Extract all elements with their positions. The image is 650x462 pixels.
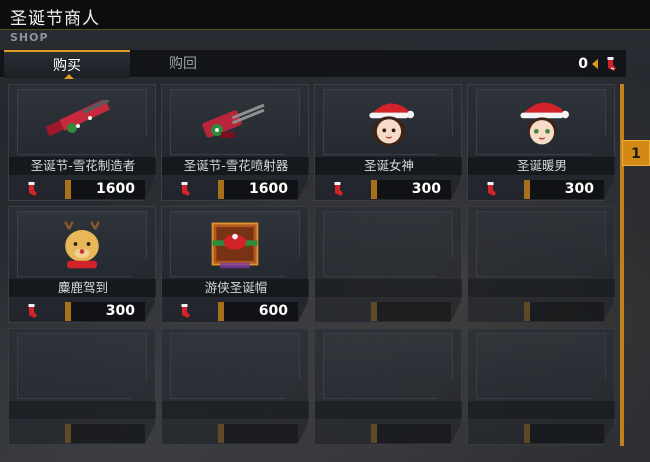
empty-slot-name: [468, 279, 615, 297]
empty-slot-name: [9, 401, 156, 419]
item-price-row: 1600: [162, 178, 309, 200]
empty-slot-price-row: [468, 300, 615, 322]
christmas-rifle-icon: [45, 100, 110, 137]
page-rail: [620, 84, 624, 446]
santa-boy-avatar-icon: [520, 102, 569, 145]
christmas-sock-icon: [176, 181, 192, 197]
item-name: 圣诞暖男: [468, 157, 615, 175]
item-art: [17, 211, 147, 277]
item-art: [170, 211, 300, 277]
item-name: 圣诞节-雪花制造者: [9, 157, 156, 175]
item-price: 300: [65, 302, 145, 321]
christmas-sock-icon: [482, 181, 498, 197]
empty-slot-art: [476, 333, 606, 399]
shop-item-card[interactable]: 麋鹿驾到 300: [8, 206, 156, 323]
empty-slot-price-row: [468, 422, 615, 444]
item-price-row: 300: [9, 300, 156, 322]
christmas-minigun-icon: [202, 103, 265, 138]
shop-item-card[interactable]: 圣诞女神 300: [314, 84, 462, 201]
shop-window: 圣诞节商人 SHOP 购买 购回 0 1 圣诞节-雪花制造者 1600 圣诞节-…: [0, 0, 650, 462]
tab-bar: 购买 购回 0: [0, 50, 626, 79]
empty-item-slot: [314, 206, 462, 323]
item-price: 1600: [218, 180, 298, 199]
item-price: 300: [371, 180, 451, 199]
empty-item-slot: [8, 328, 156, 445]
tab-buy[interactable]: 购买: [4, 50, 130, 79]
shop-item-card[interactable]: 圣诞节-雪花喷射器 1600: [161, 84, 309, 201]
shop-item-card[interactable]: 游侠圣诞帽 600: [161, 206, 309, 323]
santa-girl-avatar-icon: [369, 103, 415, 147]
currency-amount: 0: [578, 56, 588, 72]
empty-item-slot: [467, 206, 615, 323]
shop-item-card[interactable]: 圣诞暖男 300: [467, 84, 615, 201]
christmas-sock-icon: [23, 181, 39, 197]
item-price-row: 1600: [9, 178, 156, 200]
empty-item-slot: [161, 328, 309, 445]
tab-buyback-label: 购回: [169, 56, 197, 72]
shop-subtitle: SHOP: [10, 31, 49, 44]
empty-slot-name: [315, 279, 462, 297]
empty-slot-art: [323, 211, 453, 277]
empty-slot-art: [476, 211, 606, 277]
page-tab-1[interactable]: 1: [622, 140, 650, 166]
item-art: [17, 89, 147, 155]
item-art: [323, 89, 453, 155]
item-price-row: 300: [468, 178, 615, 200]
empty-slot-name: [468, 401, 615, 419]
empty-slot-name: [162, 401, 309, 419]
empty-slot-art: [170, 333, 300, 399]
currency-arrow-icon: [592, 59, 598, 69]
currency-display: 0: [578, 54, 618, 74]
empty-slot-price: [218, 424, 298, 443]
christmas-sock-icon: [602, 56, 618, 72]
item-price-row: 300: [315, 178, 462, 200]
empty-slot-price-row: [315, 300, 462, 322]
empty-slot-price: [524, 302, 604, 321]
item-price: 300: [524, 180, 604, 199]
empty-slot-price: [371, 302, 451, 321]
tab-buyback[interactable]: 购回: [120, 50, 246, 78]
christmas-sock-icon: [176, 303, 192, 319]
empty-item-slot: [467, 328, 615, 445]
reindeer-avatar-icon: [64, 221, 100, 269]
christmas-hat-crate-icon: [211, 222, 259, 269]
empty-slot-price: [371, 424, 451, 443]
item-price: 1600: [65, 180, 145, 199]
item-price-row: 600: [162, 300, 309, 322]
christmas-sock-icon: [329, 181, 345, 197]
empty-slot-price: [524, 424, 604, 443]
active-tab-caret-icon: [64, 74, 74, 79]
title-bar: 圣诞节商人: [0, 0, 650, 30]
empty-slot-price-row: [9, 422, 156, 444]
empty-slot-art: [17, 333, 147, 399]
item-grid: 圣诞节-雪花制造者 1600 圣诞节-雪花喷射器 1600 圣诞女神 300 圣…: [8, 84, 618, 448]
empty-slot-art: [323, 333, 453, 399]
christmas-sock-icon: [23, 303, 39, 319]
empty-slot-price: [65, 424, 145, 443]
shop-title: 圣诞节商人: [10, 9, 100, 29]
empty-slot-name: [315, 401, 462, 419]
empty-slot-price-row: [315, 422, 462, 444]
item-name: 圣诞女神: [315, 157, 462, 175]
item-name: 圣诞节-雪花喷射器: [162, 157, 309, 175]
item-art: [170, 89, 300, 155]
item-price: 600: [218, 302, 298, 321]
item-art: [476, 89, 606, 155]
empty-item-slot: [314, 328, 462, 445]
empty-slot-price-row: [162, 422, 309, 444]
item-name: 游侠圣诞帽: [162, 279, 309, 297]
shop-item-card[interactable]: 圣诞节-雪花制造者 1600: [8, 84, 156, 201]
tab-buy-label: 购买: [53, 58, 81, 74]
item-name: 麋鹿驾到: [9, 279, 156, 297]
